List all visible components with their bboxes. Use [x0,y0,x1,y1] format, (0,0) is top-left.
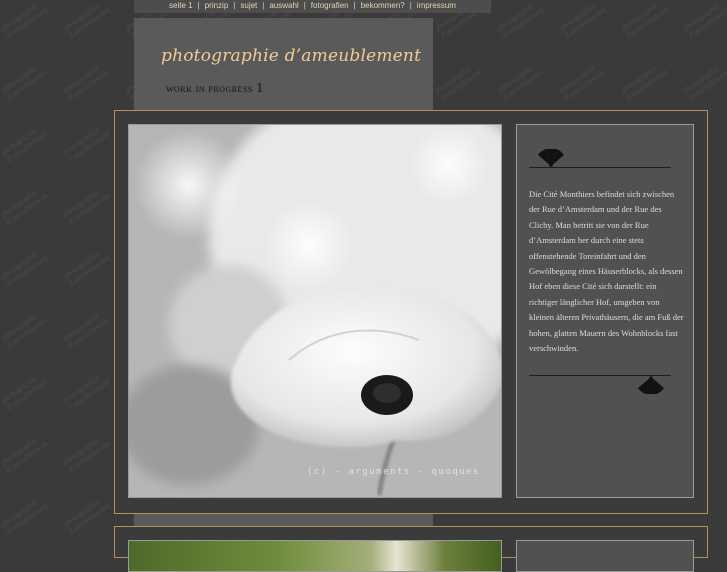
watermark-tile: photographied'ameublement [61,435,112,475]
watermark-tile: photographied'ameublement [433,63,484,103]
nav-item-impressum[interactable]: impressum [417,1,456,10]
watermark-tile: photographied'ameublement [0,1,50,41]
watermark-tile: photographied'ameublement [61,63,112,103]
watermark-tile: photographied'ameublement [0,63,50,103]
poppy-image [129,125,501,497]
work-in-progress-label: work in progress [166,83,253,95]
watermark-tile: photographied'ameublement [0,311,50,351]
watermark-tile: photographied'ameublement [619,1,670,41]
nav-separator: | [353,1,356,10]
watermark-tile: photographied'ameublement [61,497,112,537]
entry-description: Die Cité Monthiers befindet sich zwische… [529,189,684,354]
nav-item-sujet[interactable]: sujet [240,1,257,10]
entry-frame: (c) - arguments - quoques Die Cité Month… [114,110,708,514]
fan-ornament-icon [538,149,564,167]
nav-separator: | [409,1,412,10]
watermark-tile: photographied'ameublement [0,435,50,475]
watermark-tile: photographied'ameublement [61,373,112,413]
site-header: photographie d’ameublement work in progr… [134,18,433,110]
entry-frame-2 [114,526,708,572]
watermark-tile: photographied'ameublement [619,63,670,103]
watermark-tile: photographied'ameublement [557,1,608,41]
watermark-tile: photographied'ameublement [0,187,50,227]
watermark-tile: photographied'ameublement [0,125,50,165]
watermark-tile: photographied'ameublement [0,373,50,413]
nav-separator: | [262,1,265,10]
work-in-progress-number: 1 [256,81,264,96]
nav-item-prinzip[interactable]: prinzip [205,1,229,10]
watermark-tile: photographied'ameublement [495,1,546,41]
description-panel: Die Cité Monthiers befindet sich zwische… [516,124,694,498]
work-in-progress-heading: work in progress 1 [166,81,264,97]
watermark-tile: photographied'ameublement [557,63,608,103]
watermark-tile: photographied'ameublement [681,63,727,103]
top-navigation: seite 1 | prinzip | sujet | auswahl | fotografie… [134,0,491,13]
watermark-tile: photographied'ameublement [61,187,112,227]
header-panel-continuation [134,514,433,526]
nav-separator: | [197,1,200,10]
top-divider [529,167,671,168]
watermark-tile: photographied'ameublement [61,125,112,165]
nav-item-fotografien[interactable]: fotografien [311,1,349,10]
fan-ornament-icon [638,376,664,394]
watermark-tile: photographied'ameublement [495,63,546,103]
watermark-tile: photographied'ameublement [61,249,112,289]
nav-separator: | [233,1,236,10]
watermark-tile: photographied'ameublement [0,249,50,289]
nav-item-bekommen[interactable]: bekommen? [361,1,405,10]
nav-item-auswahl[interactable]: auswahl [269,1,298,10]
site-title: photographie d’ameublement [161,46,422,66]
watermark-tile: photographied'ameublement [61,1,112,41]
watermark-tile: photographied'ameublement [0,497,50,537]
watermark-tile: photographied'ameublement [61,311,112,351]
poppy-photograph[interactable]: (c) - arguments - quoques [128,124,502,498]
watermark-tile: photographied'ameublement [681,1,727,41]
photo-copyright-watermark: (c) - arguments - quoques [307,467,480,477]
nav-separator: | [303,1,306,10]
nav-item-seite-1[interactable]: seite 1 [169,1,193,10]
